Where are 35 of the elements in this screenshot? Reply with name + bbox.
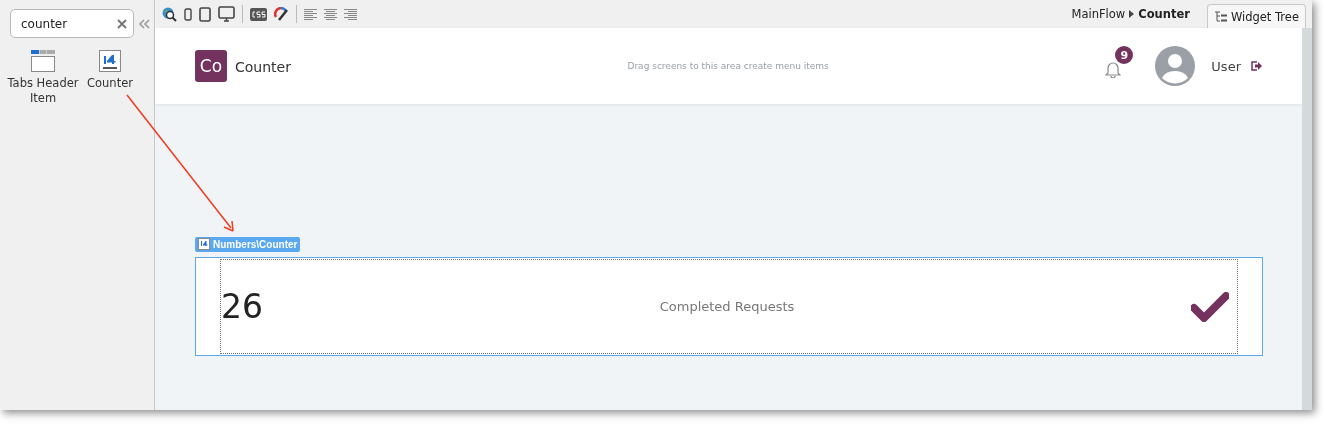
tabs-widget-icon xyxy=(31,50,55,72)
align-center-icon[interactable] xyxy=(324,8,337,20)
counter-widget[interactable]: 26 Completed Requests xyxy=(195,257,1263,356)
counter-value: 26 xyxy=(221,287,263,326)
clear-icon[interactable] xyxy=(117,19,127,29)
align-right-icon[interactable] xyxy=(344,8,357,20)
css-icon[interactable] xyxy=(250,7,267,21)
bell-icon[interactable] xyxy=(1105,60,1122,78)
avatar-icon[interactable] xyxy=(1155,46,1196,86)
widget-tree-tab[interactable]: Widget Tree xyxy=(1206,4,1306,28)
calendar-number-icon xyxy=(198,238,210,250)
user-name[interactable]: User xyxy=(1211,58,1241,74)
globe-search-icon[interactable] xyxy=(161,6,177,22)
calendar-number-icon xyxy=(99,50,121,72)
logout-icon[interactable] xyxy=(1251,61,1262,71)
app-logo: Co xyxy=(195,50,227,82)
monitor-icon[interactable] xyxy=(218,6,235,22)
app-name: Counter xyxy=(235,58,291,75)
breadcrumb-flow[interactable]: MainFlow xyxy=(1071,7,1126,21)
palette-brush-icon[interactable] xyxy=(274,6,289,22)
search-field[interactable]: counter xyxy=(10,9,134,38)
scrollbar[interactable] xyxy=(1302,28,1312,410)
breadcrumb-screen: Counter xyxy=(1138,7,1190,21)
menu-placeholder-text: Drag screens to this area create menu items xyxy=(626,61,830,71)
palette-item[interactable]: Tabs Header Item xyxy=(6,50,80,106)
tablet-icon[interactable] xyxy=(199,6,211,22)
palette-item[interactable]: Counter xyxy=(86,50,134,106)
checkmark-icon xyxy=(1191,291,1229,322)
phone-icon[interactable] xyxy=(184,7,192,21)
notification-badge: 9 xyxy=(1115,46,1134,64)
widget-label: Numbers\Counter xyxy=(213,238,298,250)
tree-icon xyxy=(1213,10,1227,23)
counter-caption: Completed Requests xyxy=(658,299,796,314)
align-left-icon[interactable] xyxy=(304,8,317,20)
separator-icon xyxy=(1129,10,1135,18)
